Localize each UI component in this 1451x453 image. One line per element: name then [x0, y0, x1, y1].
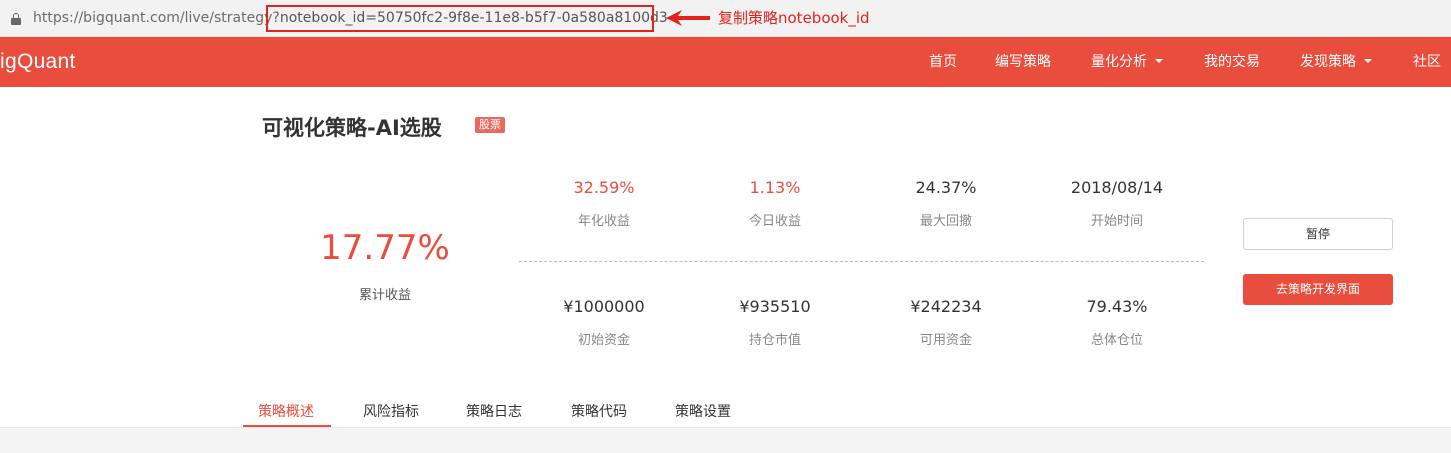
cumulative-return-value: 17.77%	[320, 228, 450, 268]
nav-item-label: 首页	[929, 54, 957, 70]
caret-down-icon	[1364, 59, 1372, 63]
nav-item-home[interactable]: 首页	[929, 53, 957, 71]
tab-overview[interactable]: 策略概述	[258, 401, 314, 421]
go-to-dev-button[interactable]: 去策略开发界面	[1243, 274, 1393, 305]
total-position-value: 79.43%	[1086, 297, 1148, 316]
holding-value-value: ¥935510	[739, 297, 811, 316]
nav-item-my-trades[interactable]: 我的交易	[1204, 53, 1260, 71]
pause-button[interactable]: 暂停	[1243, 218, 1393, 250]
available-cash-value: ¥242234	[910, 297, 982, 316]
top-nav: igQuant 首页 编写策略 量化分析 我的交易 发现策略 社区	[0, 37, 1451, 87]
start-date-label: 开始时间	[1090, 214, 1143, 229]
nav-item-write-strategy[interactable]: 编写策略	[995, 53, 1051, 71]
nav-item-label: 我的交易	[1204, 54, 1260, 70]
today-return-label: 今日收益	[748, 214, 801, 229]
arrow-left-icon	[666, 10, 710, 26]
logo[interactable]: igQuant	[0, 50, 76, 74]
page-title: 可视化策略-AI选股	[262, 116, 442, 140]
tab-strategy-code[interactable]: 策略代码	[571, 401, 627, 421]
tab-strategy-settings[interactable]: 策略设置	[675, 401, 731, 421]
initial-capital-value: ¥1000000	[563, 297, 645, 316]
start-date-value: 2018/08/14	[1070, 178, 1164, 197]
browser-address-bar[interactable]: https://bigquant.com/live/strategy?noteb…	[0, 0, 1451, 37]
max-drawdown-value: 24.37%	[915, 178, 977, 197]
nav-item-label: 发现策略	[1300, 54, 1356, 70]
highlight-box	[266, 5, 654, 32]
metrics-divider	[519, 261, 1204, 262]
holding-value-label: 持仓市值	[748, 333, 801, 348]
stock-tag-badge: 股票	[475, 117, 505, 133]
nav-item-quant-analysis[interactable]: 量化分析	[1091, 53, 1163, 71]
url-prefix: https://bigquant.com/live/strategy	[33, 10, 273, 26]
annotation-text: 复制策略notebook_id	[718, 9, 870, 27]
today-return-value: 1.13%	[749, 178, 801, 197]
total-position-label: 总体仓位	[1090, 333, 1143, 348]
max-drawdown-label: 最大回撤	[919, 214, 972, 229]
nav-item-label: 编写策略	[995, 54, 1051, 70]
available-cash-label: 可用资金	[919, 333, 972, 348]
annual-return-value: 32.59%	[573, 178, 635, 197]
cumulative-return-label: 累计收益	[358, 288, 411, 303]
nav-item-discover-strategy[interactable]: 发现策略	[1300, 53, 1372, 71]
tab-strategy-log[interactable]: 策略日志	[466, 401, 522, 421]
nav-item-label: 社区	[1413, 54, 1441, 70]
lock-icon	[11, 13, 21, 25]
nav-item-label: 量化分析	[1091, 54, 1147, 70]
content-area	[0, 428, 1451, 453]
annual-return-label: 年化收益	[577, 214, 630, 229]
tab-risk-metrics[interactable]: 风险指标	[363, 401, 419, 421]
nav-item-community[interactable]: 社区	[1413, 53, 1441, 71]
initial-capital-label: 初始资金	[577, 333, 630, 348]
caret-down-icon	[1155, 59, 1163, 63]
